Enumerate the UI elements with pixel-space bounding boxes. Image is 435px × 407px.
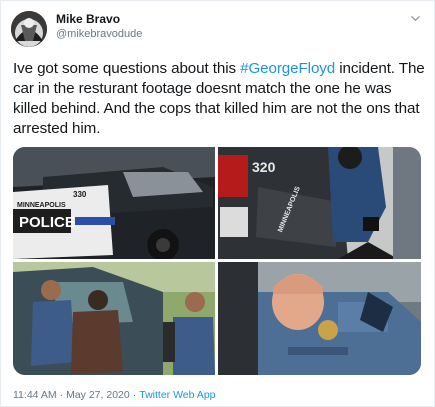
photo-officer-closeup[interactable] [218,262,421,375]
meta-separator: · [59,389,64,401]
tweet-card: Mike Bravo @mikebravodude Ive got some q… [0,0,435,407]
avatar[interactable] [11,11,47,47]
photo-police-car-door[interactable]: MINNEAPOLIS POLICE 330 [13,147,215,259]
chevron-down-icon[interactable] [406,9,424,27]
tweet-meta: 11:44 AM · May 27, 2020 · Twitter Web App [13,389,216,401]
car-door-text: POLICE [19,214,75,231]
tweet-text-part: Ive got some questions about this [13,60,241,77]
hashtag-link[interactable]: #GeorgeFloyd [240,60,335,77]
car-number: 330 [73,190,87,199]
tweet-text: Ive got some questions about this #Georg… [13,59,425,139]
car-door-text: MINNEAPOLIS [17,202,66,209]
media-grid: MINNEAPOLIS POLICE 330 320 MINNEAPOLIS [13,147,421,375]
photo-officers-arrest[interactable] [13,262,215,375]
tweet-date[interactable]: May 27, 2020 [66,389,130,401]
car-number: 320 [252,159,276,175]
display-name[interactable]: Mike Bravo [56,12,120,26]
tweet-time[interactable]: 11:44 AM [13,389,57,401]
meta-separator: · [132,389,137,401]
user-handle[interactable]: @mikebravodude [56,28,142,40]
tweet-source-link[interactable]: Twitter Web App [139,389,215,401]
photo-police-car-rear[interactable]: 320 MINNEAPOLIS [218,147,421,259]
